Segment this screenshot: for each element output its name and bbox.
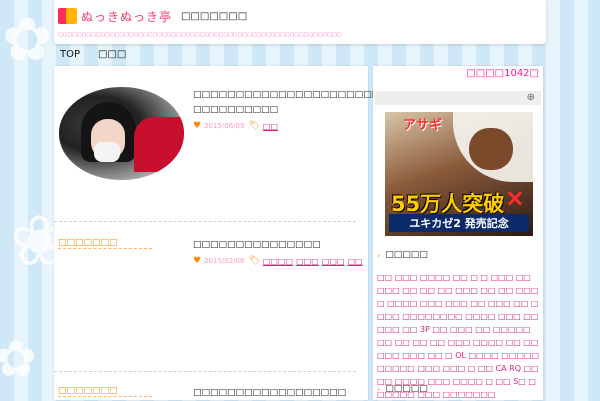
- post-title[interactable]: □□□□□□□□□□□□□□□: [193, 238, 358, 253]
- sidebar-heading-label: □□□□□: [385, 250, 428, 260]
- chevron-right-icon: ›: [377, 384, 381, 394]
- heart-icon: ♥: [193, 256, 202, 266]
- divider: [54, 221, 356, 222]
- tag-icon: 🏷: [248, 121, 260, 131]
- flower-decoration: ✿: [0, 330, 37, 388]
- divider: [54, 371, 356, 372]
- category-underline: [58, 396, 152, 397]
- category-underline: [58, 248, 152, 249]
- nav-item-top[interactable]: TOP: [60, 49, 80, 60]
- logo-text: ぬっきぬっき亭: [81, 9, 173, 24]
- main-content: □□□□□□□□□□□□□□□□□□□□□□□□□□□□□□…□□□□□□□□□…: [54, 66, 457, 400]
- post-category[interactable]: □□□□□□□: [58, 386, 118, 396]
- post-meta: ♥ 2015/02/06 🏷 □□□□ □□□ □□□ □□: [193, 256, 366, 266]
- zoom-in-icon[interactable]: ⊕: [527, 92, 535, 103]
- search-input[interactable]: ⊕: [375, 91, 541, 105]
- ad-banner[interactable]: アサギ 55万人突破 × ユキカゼ2 発売記念: [385, 112, 533, 236]
- main-nav: TOP □□□: [54, 44, 546, 64]
- flower-decoration: ✿: [2, 5, 53, 75]
- post-tag[interactable]: □□□□: [263, 257, 293, 266]
- post-category[interactable]: □□□□□□□: [58, 238, 118, 248]
- banner-brand: アサギ: [403, 118, 443, 133]
- site-header: ぬっきぬっき亭 □□□□□□□ □□□□□□□□□□□□□□□□□□□□□□□□…: [54, 0, 546, 44]
- heart-icon: ♥: [193, 121, 202, 131]
- post-item: □□□□□□□□□□□□□□□□□□□□□□□□□□□□□□…□□□□□□□□□…: [54, 66, 457, 226]
- post-item: □□□□□□□ □□□□□□□□□□□□□□□□□□: [54, 376, 368, 400]
- post-title[interactable]: □□□□□□□□□□□□□□□□□□□□□□□□□□□□□□…□□□□□□□□□…: [193, 88, 457, 118]
- sidebar-heading-label: □□□□□: [385, 384, 428, 394]
- tag-icon: 🏷: [248, 256, 260, 266]
- post-item: □□□□□□□ □□□□□□□□□□□□□□□ ♥ 2015/02/06 🏷 □…: [54, 226, 368, 376]
- post-date: 2015/02/06: [204, 257, 245, 265]
- chevron-right-icon: ›: [377, 250, 381, 260]
- logo-mark-icon: [58, 8, 77, 24]
- post-thumbnail[interactable]: [59, 87, 184, 180]
- nav-item-second[interactable]: □□□: [98, 49, 126, 60]
- tag-cloud[interactable]: □□ □□□ □□□□ □□ □ □ □□□ □□ □□□ □□ □□ □□ □…: [377, 271, 540, 401]
- post-tag[interactable]: □□□: [296, 257, 319, 266]
- site-tagline: □□□□□□□□□□□□□□□□□□□□□□□□□□□□□□□□□□□□□□□□…: [58, 32, 342, 38]
- site-title[interactable]: □□□□□□□: [181, 11, 247, 22]
- sidebar-heading-tags: › □□□□□: [377, 250, 428, 260]
- sidebar: □□□□1042□ ⊕ アサギ 55万人突破 × ユキカゼ2 発売記念 › □□…: [373, 66, 543, 400]
- post-tag[interactable]: □□: [263, 122, 278, 131]
- post-title[interactable]: □□□□□□□□□□□□□□□□□□: [193, 386, 358, 401]
- visitor-counter: □□□□1042□: [466, 68, 539, 79]
- post-meta: ♥ 2015/06/09 🏷 □□: [193, 121, 281, 131]
- post-tag[interactable]: □□□: [322, 257, 345, 266]
- banner-cross: ×: [504, 184, 525, 212]
- sidebar-heading-bottom: › □□□□□: [377, 384, 428, 394]
- post-date: 2015/06/09: [204, 122, 245, 130]
- banner-subtitle: ユキカゼ2 発売記念: [389, 214, 529, 232]
- post-tag[interactable]: □□: [347, 257, 362, 266]
- site-logo[interactable]: ぬっきぬっき亭: [58, 5, 172, 27]
